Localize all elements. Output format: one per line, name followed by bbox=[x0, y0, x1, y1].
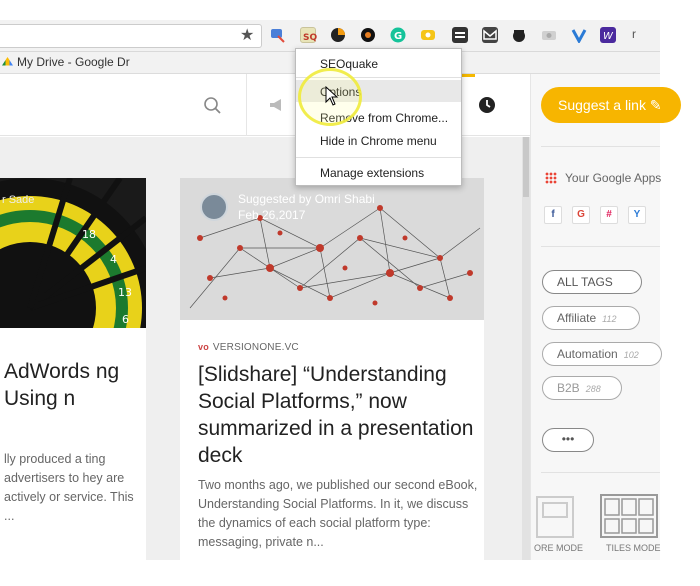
extension-yellow-icon[interactable] bbox=[420, 27, 436, 43]
tag-label: ALL TAGS bbox=[557, 275, 613, 289]
menu-item-hide[interactable]: Hide in Chrome menu bbox=[320, 134, 437, 148]
article-card[interactable]: Suggested by Omri Shabi Feb 26,2017 vo VE… bbox=[180, 178, 484, 578]
svg-text:18: 18 bbox=[82, 228, 96, 241]
scrollbar[interactable] bbox=[522, 137, 530, 586]
mouse-cursor-icon bbox=[325, 86, 339, 106]
tag-label: Affiliate bbox=[557, 311, 597, 325]
tag-label: B2B bbox=[557, 381, 580, 395]
dartboard-image[interactable]: 18 4 13 6 r Sade bbox=[0, 178, 146, 328]
tag-b2b[interactable]: B2B 288 bbox=[542, 376, 622, 400]
svg-text:4: 4 bbox=[110, 253, 117, 266]
extension-dark-square-icon[interactable] bbox=[452, 27, 468, 43]
svg-text:G: G bbox=[394, 31, 402, 42]
google-drive-icon bbox=[2, 57, 13, 66]
extension-r-icon[interactable]: r bbox=[632, 27, 648, 43]
megaphone-icon[interactable] bbox=[268, 96, 286, 114]
seoquake-extension-icon[interactable]: SQ bbox=[300, 27, 317, 43]
tag-all-tags[interactable]: ALL TAGS bbox=[542, 270, 642, 294]
sidebar-divider bbox=[541, 246, 660, 247]
google-apps-header: Your Google Apps bbox=[545, 171, 661, 185]
search-icon[interactable] bbox=[203, 96, 221, 114]
bookmark-star-icon[interactable]: ★ bbox=[240, 25, 254, 44]
tag-count: 288 bbox=[585, 384, 601, 394]
apps-grid-icon bbox=[545, 172, 557, 184]
svg-text:W: W bbox=[603, 31, 614, 42]
extension-dark-circle-icon[interactable] bbox=[360, 27, 376, 43]
header-divider bbox=[246, 74, 247, 136]
card-suggester: r Sade bbox=[2, 194, 35, 206]
address-bar[interactable] bbox=[0, 24, 262, 48]
source-icon: vo bbox=[198, 342, 209, 352]
card-excerpt: lly produced a ting advertisers to hey a… bbox=[4, 452, 134, 523]
spy-extension-icon[interactable] bbox=[511, 27, 527, 43]
google-icon[interactable]: G bbox=[572, 206, 590, 224]
suggested-date: Feb 26,2017 bbox=[238, 208, 306, 222]
google-apps-label: Your Google Apps bbox=[565, 171, 662, 185]
more-tags-button[interactable]: ••• bbox=[542, 428, 594, 452]
y-app-icon[interactable]: Y bbox=[628, 206, 646, 224]
pencil-icon: ✎ bbox=[649, 97, 662, 113]
suggest-link-label: Suggest a link bbox=[558, 97, 646, 113]
svg-text:6: 6 bbox=[122, 313, 129, 326]
scrollbar-thumb[interactable] bbox=[523, 137, 529, 197]
avatar[interactable] bbox=[200, 193, 228, 221]
sidebar-divider bbox=[541, 472, 660, 473]
menu-item-manage-extensions[interactable]: Manage extensions bbox=[320, 166, 424, 180]
explore-mode-label[interactable]: ORE MODE bbox=[534, 543, 583, 553]
network-graph-image[interactable]: Suggested by Omri Shabi Feb 26,2017 bbox=[180, 178, 484, 320]
sidebar-divider bbox=[541, 146, 660, 147]
menu-separator bbox=[296, 157, 461, 158]
card-excerpt: Two months ago, we published our second … bbox=[198, 478, 478, 549]
suggested-by-text: Suggested by Omri Shabi bbox=[238, 192, 375, 206]
extension-blue-icon[interactable] bbox=[270, 27, 286, 43]
bottom-strip bbox=[0, 560, 700, 586]
camera-extension-icon[interactable] bbox=[541, 27, 557, 43]
bookmark-label: My Drive - Google Dr bbox=[17, 55, 130, 69]
grammarly-extension-icon[interactable]: G bbox=[390, 27, 406, 43]
article-card[interactable]: 18 4 13 6 r Sade AdWords ng Using n lly … bbox=[0, 178, 146, 578]
bookmark-google-drive[interactable]: My Drive - Google Dr bbox=[2, 55, 130, 69]
svg-text:13: 13 bbox=[118, 286, 132, 299]
tag-count: 112 bbox=[602, 314, 617, 324]
extension-orange-icon[interactable] bbox=[330, 27, 346, 43]
tiles-mode-icon[interactable] bbox=[600, 494, 658, 538]
tag-affiliate[interactable]: Affiliate 112 bbox=[542, 306, 640, 330]
facebook-icon[interactable]: f bbox=[544, 206, 562, 224]
source-label: VERSIONONE.VC bbox=[212, 342, 299, 353]
mail-extension-icon[interactable] bbox=[482, 27, 498, 43]
suggest-link-button[interactable]: Suggest a link ✎ bbox=[541, 87, 681, 123]
purple-extension-icon[interactable]: W bbox=[600, 27, 616, 43]
card-title[interactable]: [Slidshare] “Understanding Social Platfo… bbox=[198, 361, 480, 469]
tag-label: Automation bbox=[557, 347, 618, 361]
svg-text:SQ: SQ bbox=[303, 33, 317, 43]
tag-count: 102 bbox=[623, 350, 639, 360]
card-source[interactable]: vo VERSIONONE.VC bbox=[198, 342, 299, 353]
tag-automation[interactable]: Automation 102 bbox=[542, 342, 662, 366]
card-title[interactable]: AdWords ng Using n bbox=[4, 358, 144, 412]
v-extension-icon[interactable] bbox=[571, 27, 587, 45]
clock-icon[interactable] bbox=[478, 96, 496, 114]
explore-mode-icon[interactable] bbox=[536, 496, 576, 538]
tiles-mode-label[interactable]: TILES MODE bbox=[606, 543, 661, 553]
slack-icon[interactable]: # bbox=[600, 206, 618, 224]
